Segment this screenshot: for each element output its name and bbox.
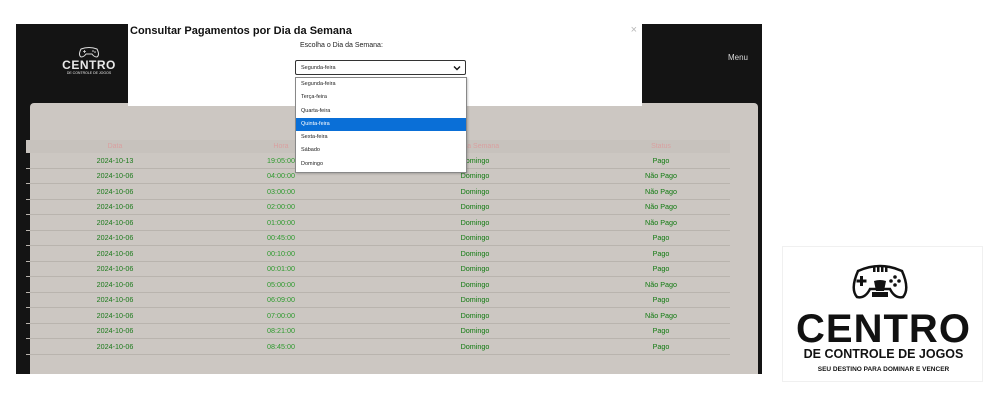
table-body: 2024-10-13 19:05:00 Domingo Pago 2024-10-06 0… [26, 153, 730, 355]
weekday-dropdown-list: Segunda-feira Terça-feira Quarta-feira Quin… [295, 77, 467, 173]
weekday-option[interactable]: Sexta-feira [296, 131, 466, 144]
weekday-option[interactable]: Quarta-feira [296, 105, 466, 118]
cell-time: 06:09:00 [204, 292, 358, 308]
table-row: 2024-10-06 02:00:00 Domingo Não Pago [26, 199, 730, 215]
cell-status: Pago [592, 338, 730, 355]
cell-date: 2024-10-06 [26, 168, 204, 184]
cell-time: 03:00:00 [204, 183, 358, 200]
cell-time: 08:21:00 [204, 323, 358, 339]
column-header-status: Status [592, 140, 730, 153]
cell-status: Pago [592, 292, 730, 308]
table-row: 2024-10-06 03:00:00 Domingo Não Pago [26, 183, 730, 200]
cell-weekday: Domingo [358, 307, 592, 324]
cell-time: 05:00:00 [204, 276, 358, 293]
weekday-option[interactable]: Quinta-feira [296, 117, 466, 132]
cell-status: Não Pago [592, 276, 730, 293]
cell-date: 2024-10-13 [26, 153, 204, 169]
cell-status: Pago [592, 261, 730, 277]
chevron-down-icon [453, 66, 461, 71]
weekday-option[interactable]: Terça-feira [296, 91, 466, 104]
cell-weekday: Domingo [358, 261, 592, 277]
header-logo-title: CENTRO [62, 58, 116, 72]
cell-date: 2024-10-06 [26, 183, 204, 200]
brand-tagline: SEU DESTINO PARA DOMINAR E VENCER [817, 366, 950, 373]
cell-date: 2024-10-06 [26, 323, 204, 339]
cell-status: Não Pago [592, 168, 730, 184]
table-row: 2024-10-06 01:00:00 Domingo Não Pago [26, 214, 730, 231]
table-row: 2024-10-06 06:09:00 Domingo Pago [26, 292, 730, 308]
cell-weekday: Domingo [358, 199, 592, 215]
cell-status: Pago [592, 245, 730, 262]
cell-date: 2024-10-06 [26, 292, 204, 308]
table-row: 2024-10-06 00:45:00 Domingo Pago [26, 230, 730, 246]
cell-weekday: Domingo [358, 230, 592, 246]
brand-title: CENTRO [796, 307, 971, 351]
cell-date: 2024-10-06 [26, 338, 204, 355]
cell-status: Não Pago [592, 307, 730, 324]
header-logo[interactable]: CENTRO DE CONTROLE DE JOGOS [54, 46, 124, 76]
weekday-label: Escolha o Dia da Semana: [300, 42, 383, 49]
table-row: 2024-10-06 08:45:00 Domingo Pago [26, 338, 730, 355]
close-icon[interactable]: × [631, 25, 637, 36]
cell-status: Pago [592, 153, 730, 169]
cell-date: 2024-10-06 [26, 245, 204, 262]
weekday-select[interactable]: Segunda-feira [295, 60, 466, 75]
weekday-option[interactable]: Domingo [296, 158, 466, 171]
cell-time: 07:00:00 [204, 307, 358, 324]
cell-weekday: Domingo [358, 245, 592, 262]
weekday-option[interactable]: Segunda-feira [296, 78, 466, 91]
cell-time: 00:01:00 [204, 261, 358, 277]
table-row: 2024-10-06 05:00:00 Domingo Não Pago [26, 276, 730, 293]
table-row: 2024-10-06 07:00:00 Domingo Não Pago [26, 307, 730, 324]
cell-date: 2024-10-06 [26, 199, 204, 215]
cell-status: Não Pago [592, 214, 730, 231]
cell-weekday: Domingo [358, 292, 592, 308]
brand-logo: CENTRO DE CONTROLE DE JOGOS SEU DESTINO … [782, 246, 983, 382]
column-header-date: Data [26, 140, 204, 153]
cell-weekday: Domingo [358, 183, 592, 200]
cell-time: 08:45:00 [204, 338, 358, 355]
table-row: 2024-10-06 00:10:00 Domingo Pago [26, 245, 730, 262]
modal-title: Consultar Pagamentos por Dia da Semana [130, 25, 352, 37]
weekday-select-value: Segunda-feira [301, 65, 336, 71]
cell-date: 2024-10-06 [26, 214, 204, 231]
gamepad-icon [79, 47, 99, 58]
cell-time: 02:00:00 [204, 199, 358, 215]
menu-link[interactable]: Menu [728, 53, 748, 62]
cell-time: 00:10:00 [204, 245, 358, 262]
cell-time: 01:00:00 [204, 214, 358, 231]
table-row: 2024-10-06 00:01:00 Domingo Pago [26, 261, 730, 277]
cell-weekday: Domingo [358, 214, 592, 231]
cell-date: 2024-10-06 [26, 230, 204, 246]
table-row: 2024-10-06 08:21:00 Domingo Pago [26, 323, 730, 339]
brand-subtitle: DE CONTROLE DE JOGOS [803, 347, 964, 361]
gamepad-icon [852, 264, 908, 299]
cell-status: Pago [592, 230, 730, 246]
cell-date: 2024-10-06 [26, 307, 204, 324]
cell-weekday: Domingo [358, 323, 592, 339]
cell-weekday: Domingo [358, 276, 592, 293]
cell-status: Não Pago [592, 199, 730, 215]
cell-date: 2024-10-06 [26, 261, 204, 277]
cell-date: 2024-10-06 [26, 276, 204, 293]
cell-time: 00:45:00 [204, 230, 358, 246]
cell-status: Pago [592, 323, 730, 339]
weekday-option[interactable]: Sábado [296, 144, 466, 157]
cell-weekday: Domingo [358, 338, 592, 355]
cell-status: Não Pago [592, 183, 730, 200]
